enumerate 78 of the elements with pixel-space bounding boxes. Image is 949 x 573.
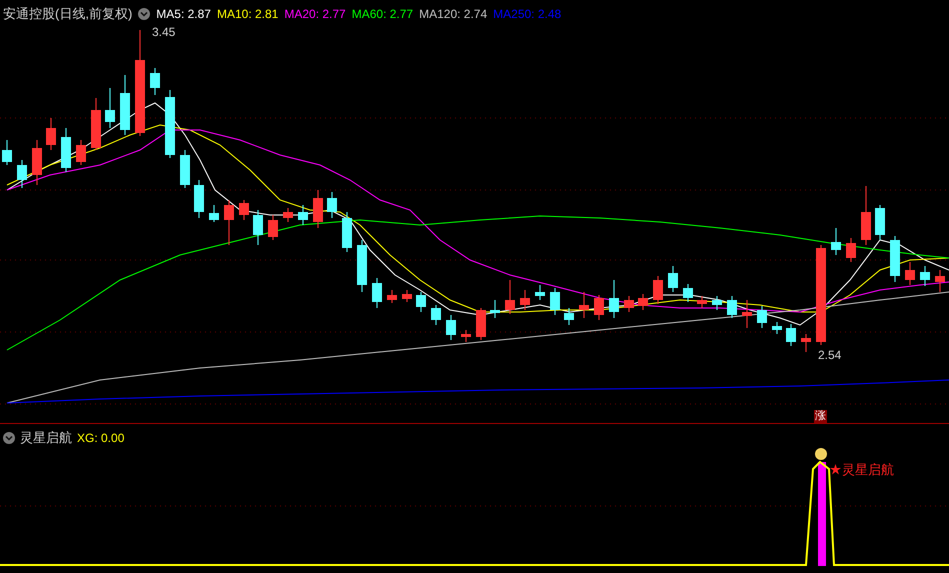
candlestick [253, 210, 263, 246]
moving-average-label: MA250: 2.48 [493, 6, 562, 23]
candlestick [387, 290, 397, 304]
moving-average-label: MA60: 2.77 [352, 6, 414, 23]
candlestick [268, 214, 278, 240]
candlestick [609, 280, 619, 318]
candlestick [150, 68, 160, 96]
candlestick [372, 278, 382, 308]
candlestick [683, 284, 693, 302]
candlestick [653, 276, 663, 304]
candlestick [327, 192, 337, 218]
high-price-label: 3.45 [152, 24, 176, 41]
candlestick [17, 160, 27, 188]
candlestick [76, 140, 86, 166]
candlestick [505, 280, 515, 314]
candlestick [2, 140, 12, 166]
candlestick [550, 288, 560, 316]
candlestick [357, 240, 367, 292]
moving-average-label: MA5: 2.87 [156, 6, 211, 23]
signal-label: 灵星启航 [842, 461, 894, 479]
low-price-label: 2.54 [818, 347, 842, 364]
candlestick [283, 208, 293, 222]
candlestick [209, 204, 219, 222]
candlestick [535, 284, 545, 300]
candlestick [461, 330, 471, 342]
candlestick [786, 324, 796, 346]
candlestick [861, 186, 871, 246]
candlestick [298, 204, 308, 226]
candlestick [313, 190, 323, 228]
candlestick [431, 304, 441, 326]
candlestick [120, 74, 130, 136]
candlestick [91, 98, 101, 150]
collapse-icon[interactable] [138, 8, 150, 20]
candlestick [757, 306, 767, 328]
candlestick [712, 296, 722, 310]
candlestick [476, 308, 486, 340]
candlestick [772, 322, 782, 334]
candlestick [846, 238, 856, 262]
candlestick [520, 290, 530, 310]
moving-average-label: MA10: 2.81 [216, 6, 278, 23]
candlestick [105, 88, 115, 128]
candlestick [875, 204, 885, 240]
candlestick [594, 294, 604, 320]
candlestick [61, 128, 71, 172]
candlestick [180, 150, 190, 188]
candlestick [342, 212, 352, 252]
candlestick [668, 266, 678, 292]
candlestick [579, 292, 589, 318]
rise-badge: 涨 [814, 410, 827, 423]
candlestick [564, 308, 574, 326]
candlestick [32, 140, 42, 186]
moving-average-label: MA120: 2.74 [419, 6, 488, 23]
candlestick [727, 296, 737, 318]
star-icon [830, 464, 841, 476]
candlestick [624, 296, 634, 312]
indicator-title: 灵星启航 [20, 429, 72, 447]
candlestick [890, 236, 900, 282]
candlestick [638, 294, 648, 310]
indicator-value: XG: 0.00 [77, 430, 124, 447]
collapse-icon[interactable] [3, 432, 15, 444]
candlestick [239, 200, 249, 220]
chart-title: 安通控股(日线,前复权) [3, 5, 132, 23]
candlestick [697, 296, 707, 308]
candlestick [742, 300, 752, 328]
candlestick [801, 334, 811, 352]
candlestick [224, 200, 234, 246]
candlestick [920, 266, 930, 286]
candlestick [194, 180, 204, 218]
candlestick [416, 292, 426, 312]
candlestick [165, 90, 175, 158]
candlestick [831, 228, 841, 256]
moving-average-label: MA20: 2.77 [284, 6, 346, 23]
candlestick [935, 270, 945, 292]
candlestick [446, 314, 456, 340]
candlestick [490, 300, 500, 318]
candlestick [905, 262, 915, 286]
candlestick [46, 118, 56, 150]
candlestick [402, 290, 412, 302]
